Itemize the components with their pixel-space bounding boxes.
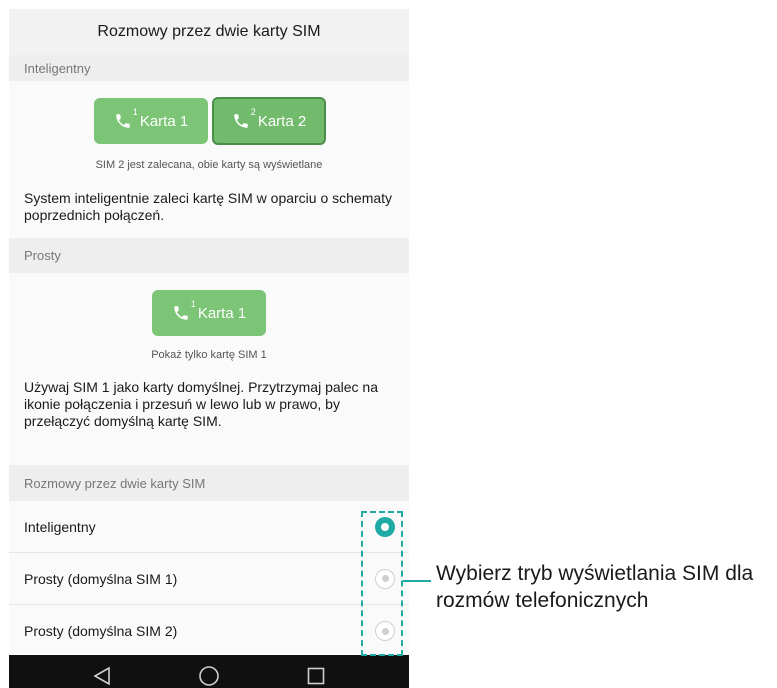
option-label: Prosty (domyślna SIM 1) <box>24 570 178 587</box>
sim-button-label: Karta 1 <box>197 304 247 322</box>
smart-description: System inteligentnie zaleci kartę SIM w … <box>24 190 393 223</box>
simple-caption: Pokaż tylko kartę SIM 1 <box>151 349 267 361</box>
option-label: Inteligentny <box>24 518 96 535</box>
back-icon[interactable] <box>77 661 127 688</box>
section-header-dual-sim: Rozmowy przez dwie karty SIM <box>9 465 409 501</box>
phone-icon: 2 <box>232 107 256 130</box>
section-header-smart: Inteligentny <box>9 55 409 81</box>
option-label: Prosty (domyślna SIM 2) <box>24 623 178 639</box>
phone-screen: Rozmowy przez dwie karty SIM Inteligentn… <box>9 9 409 688</box>
sim-number: 1 <box>190 299 196 309</box>
option-simple-sim1[interactable]: Prosty (domyślna SIM 1) <box>9 553 409 605</box>
option-smart[interactable]: Inteligentny <box>9 501 409 553</box>
radio-highlight-box <box>361 511 403 656</box>
home-icon[interactable] <box>184 661 234 688</box>
recents-icon[interactable] <box>291 661 341 688</box>
sim-card-2-button[interactable]: 2 Karta 2 <box>212 97 326 145</box>
phone-icon: 1 <box>114 107 138 130</box>
callout-line <box>403 580 431 582</box>
option-simple-sim2[interactable]: Prosty (domyślna SIM 2) <box>9 605 409 657</box>
page-title: Rozmowy przez dwie karty SIM <box>9 9 409 55</box>
sim-number: 1 <box>132 107 138 117</box>
navigation-bar <box>9 655 409 688</box>
sim-number: 2 <box>250 107 256 117</box>
callout-text: Wybierz tryb wyświetlania SIM dla rozmów… <box>436 562 754 612</box>
smart-caption: SIM 2 jest zalecana, obie karty są wyświ… <box>95 159 323 171</box>
sim-card-1-button[interactable]: 1 Karta 1 <box>152 290 266 336</box>
phone-icon: 1 <box>172 299 196 322</box>
simple-description: Używaj SIM 1 jako karty domyślnej. Przyt… <box>24 379 378 429</box>
sim-button-label: Karta 1 <box>139 112 189 130</box>
section-header-simple: Prosty <box>9 238 409 273</box>
sim-card-1-button[interactable]: 1 Karta 1 <box>94 98 208 144</box>
sim-button-label: Karta 2 <box>257 112 307 130</box>
